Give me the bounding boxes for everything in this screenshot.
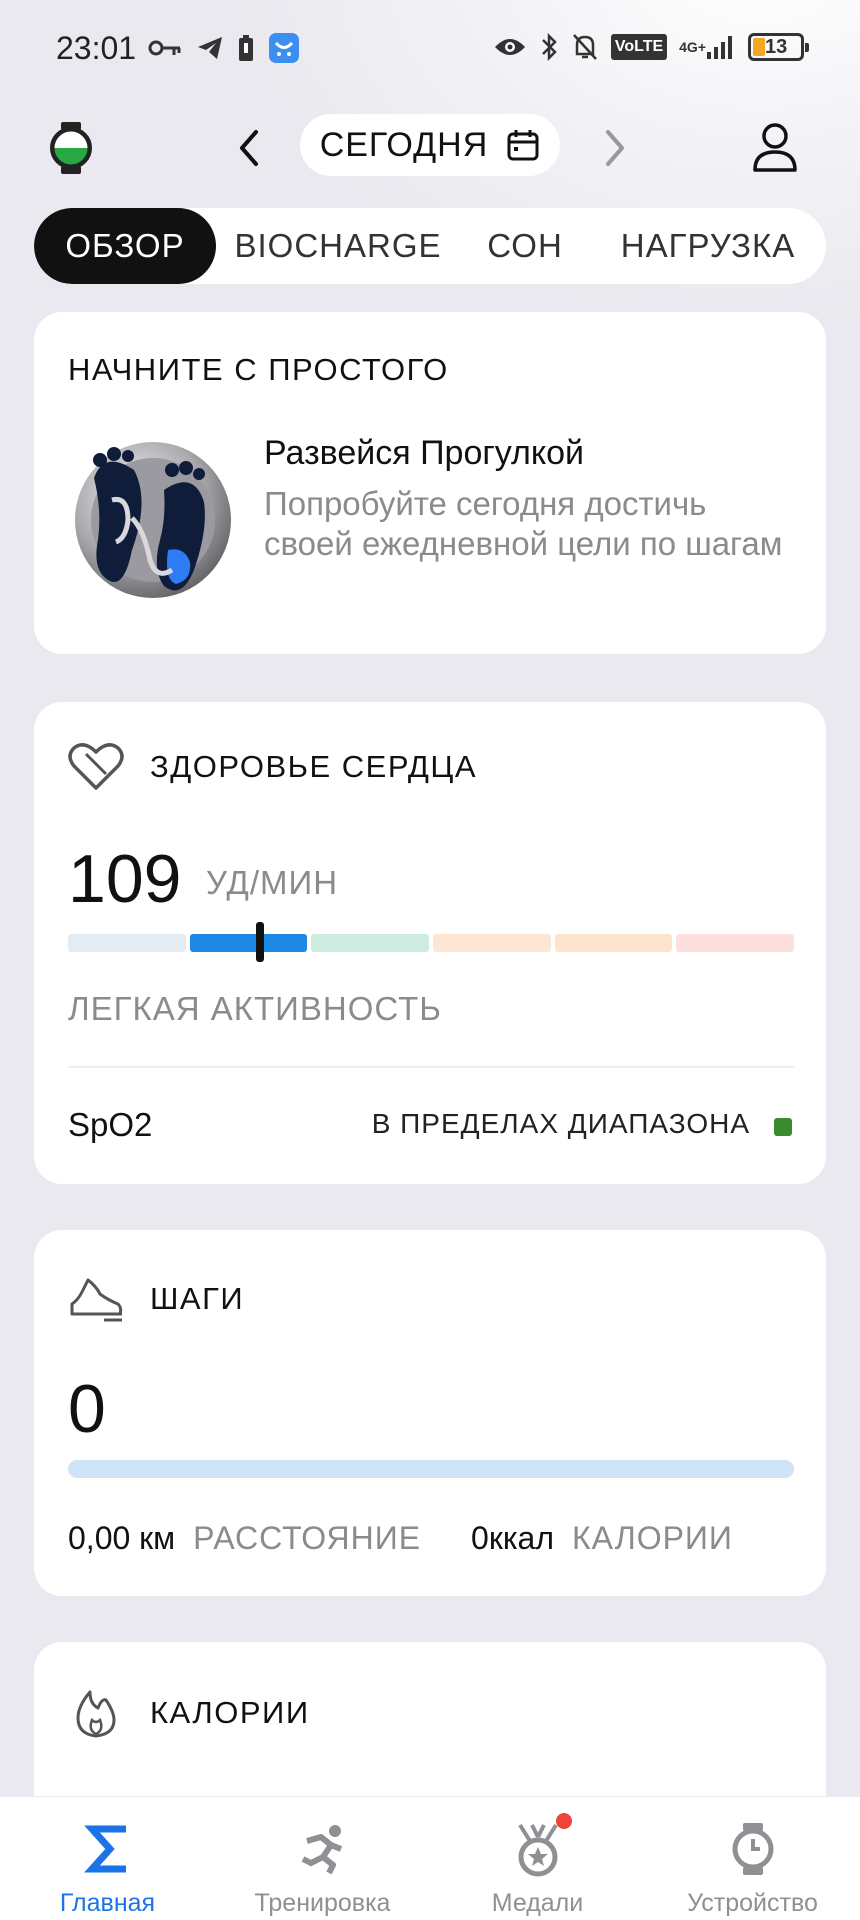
nav-home[interactable]: Главная <box>0 1797 215 1920</box>
prev-day-button[interactable] <box>228 124 272 172</box>
steps-card-header: ШАГИ <box>68 1274 244 1324</box>
status-right-icons: VoLTE 4G+ 13 <box>493 32 809 62</box>
watch-device-icon <box>723 1819 783 1879</box>
status-time: 23:01 <box>56 30 137 66</box>
profile-icon <box>753 123 797 172</box>
tab-overview[interactable]: ОБЗОР <box>34 208 216 284</box>
start-simple-card[interactable]: НАЧНИТЕ С ПРОСТОГО Развейся Прогулкой По… <box>34 312 826 654</box>
walk-challenge-description: Попробуйте сегодня достичь своей ежеднев… <box>264 485 783 562</box>
spo2-status: В ПРЕДЕЛАХ ДИАПАЗОНА <box>371 1108 750 1139</box>
flame-icon <box>76 1690 116 1738</box>
heart-rate-zone-segment <box>311 934 430 952</box>
nav-medals-label: Медали <box>491 1889 584 1917</box>
volte-icon: VoLTE <box>610 34 668 60</box>
walk-challenge-title: Развейся Прогулкой <box>264 434 585 472</box>
chevron-left-icon <box>240 130 258 166</box>
app-notification-icon <box>268 32 300 64</box>
signal-icon: 4G+ <box>679 34 736 60</box>
heart-rate-value: 109 <box>68 841 182 917</box>
steps-stats-row: 0,00 км РАССТОЯНИЕ 0ккал КАЛОРИИ <box>68 1520 794 1557</box>
heart-rate-zone-segment <box>189 934 308 952</box>
nav-workout[interactable]: Тренировка <box>215 1797 430 1920</box>
bottom-navigation: Главная Тренировка Медали Устройство <box>0 1796 860 1920</box>
nav-device[interactable]: Устройство <box>645 1797 860 1920</box>
heart-rate-zone-segment <box>68 934 186 952</box>
sneaker-icon <box>70 1278 123 1322</box>
nav-workout-label: Тренировка <box>254 1889 391 1917</box>
steps-value: 0 <box>68 1371 106 1447</box>
bluetooth-icon <box>539 32 559 62</box>
calories-card-header: КАЛОРИИ <box>68 1686 310 1740</box>
spo2-status-dot <box>774 1118 792 1136</box>
watch-icon <box>50 122 92 174</box>
nav-medals[interactable]: Медали <box>430 1797 645 1920</box>
watch-button[interactable] <box>48 120 94 176</box>
chevron-right-icon <box>606 130 624 166</box>
status-left-icons <box>148 32 300 64</box>
status-bar: 23:01 VoLTE 4G+ 13 <box>0 0 860 100</box>
key-icon <box>148 37 182 59</box>
steps-calories-label: КАЛОРИИ <box>572 1520 733 1556</box>
battery-level: 13 <box>765 35 788 58</box>
heart-card-header: ЗДОРОВЬЕ СЕРДЦА <box>68 742 477 792</box>
network-type-label: 4G+ <box>679 39 706 55</box>
nav-device-label: Устройство <box>687 1889 818 1917</box>
heart-rate-marker <box>256 922 265 962</box>
heart-rate-zone-segment <box>676 934 795 952</box>
header: СЕГОДНЯ <box>0 100 860 200</box>
footprints-badge-icon <box>72 430 234 604</box>
sigma-icon <box>78 1819 138 1879</box>
distance-value: 0,00 км <box>68 1520 176 1556</box>
heart-rate-zone-segment <box>554 934 673 952</box>
heart-rate-zone-bar <box>68 934 795 952</box>
tab-bar: ОБЗОР BIOCHARGE СОН НАГРУЗКА <box>34 208 826 284</box>
date-label: СЕГОДНЯ <box>319 125 489 164</box>
medals-notification-badge <box>556 1813 572 1829</box>
steps-progress-bar <box>68 1460 794 1478</box>
steps-card[interactable]: ШАГИ 0 0,00 км РАССТОЯНИЕ 0ккал КАЛОРИИ <box>34 1230 826 1596</box>
start-card-title: НАЧНИТЕ С ПРОСТОГО <box>68 352 449 387</box>
eye-icon <box>493 35 527 59</box>
spo2-label: SpO2 <box>68 1106 153 1143</box>
nav-home-label: Главная <box>59 1889 156 1917</box>
profile-button[interactable] <box>750 120 800 176</box>
next-day-button[interactable] <box>592 124 636 172</box>
battery-fill <box>753 38 765 56</box>
distance-label: РАССТОЯНИЕ <box>193 1520 422 1556</box>
divider <box>68 1066 794 1068</box>
steps-calories-value: 0ккал <box>471 1520 554 1556</box>
heart-health-card[interactable]: ЗДОРОВЬЕ СЕРДЦА 109 УД/МИН ЛЕГКАЯ АКТИВН… <box>34 702 826 1184</box>
heart-rate-zone-label: ЛЕГКАЯ АКТИВНОСТЬ <box>68 990 442 1027</box>
calendar-icon <box>507 130 539 161</box>
mute-icon <box>571 32 599 62</box>
battery-icon: 13 <box>748 33 809 61</box>
date-selector[interactable]: СЕГОДНЯ <box>300 114 560 176</box>
tab-load[interactable]: НАГРУЗКА <box>590 208 826 284</box>
medal-icon <box>508 1819 568 1879</box>
tab-biocharge[interactable]: BIOCHARGE <box>216 208 460 284</box>
tab-sleep[interactable]: СОН <box>460 208 590 284</box>
running-icon <box>293 1819 353 1879</box>
heart-card-title: ЗДОРОВЬЕ СЕРДЦА <box>150 749 478 784</box>
heart-icon <box>68 743 124 790</box>
heart-rate-unit: УД/МИН <box>206 864 339 901</box>
battery-saver-icon <box>238 34 254 62</box>
calories-card-title: КАЛОРИИ <box>150 1695 310 1730</box>
heart-rate-zone-segment <box>433 934 551 952</box>
steps-card-title: ШАГИ <box>150 1281 245 1316</box>
telegram-icon <box>196 35 224 61</box>
